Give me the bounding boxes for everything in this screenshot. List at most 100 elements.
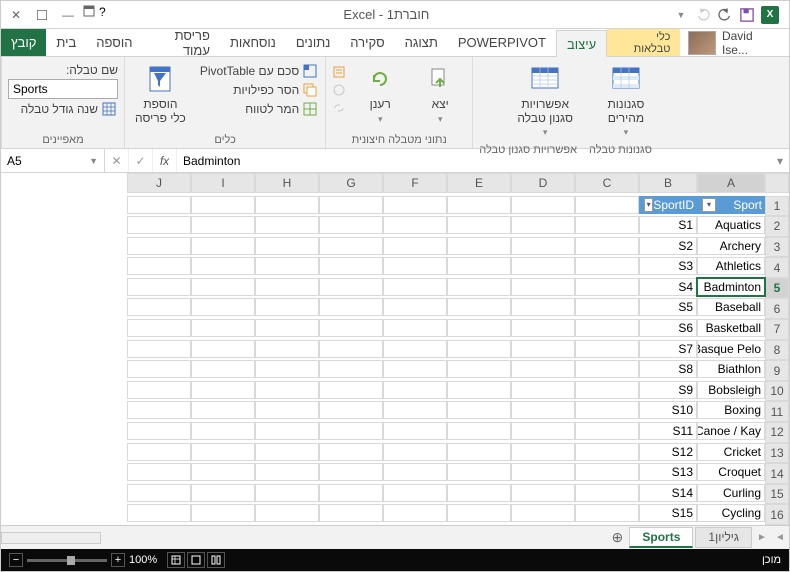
cell-G11[interactable] [319,401,383,419]
cell-E12[interactable] [447,422,511,440]
cell-D1[interactable] [511,196,575,214]
cell-J5[interactable] [127,278,191,296]
cell-F2[interactable] [383,216,447,234]
cell-B5[interactable]: S4 [639,278,697,296]
sheet-tab-גיליון1[interactable]: גיליון1 [695,527,752,548]
cell-I7[interactable] [191,319,255,337]
cell-B2[interactable]: S1 [639,216,697,234]
cell-C4[interactable] [575,257,639,275]
cell-D2[interactable] [511,216,575,234]
cell-D16[interactable] [511,504,575,522]
cell-J2[interactable] [127,216,191,234]
cell-F4[interactable] [383,257,447,275]
row-header-4[interactable]: 4 [765,257,789,278]
ribbon-options-icon[interactable] [83,5,95,25]
cell-A14[interactable]: Croquet [697,463,765,481]
cell-H6[interactable] [255,298,319,316]
unlink-icon[interactable] [332,101,346,115]
cell-E6[interactable] [447,298,511,316]
cell-I3[interactable] [191,237,255,255]
cell-H3[interactable] [255,237,319,255]
cell-B3[interactable]: S2 [639,237,697,255]
cell-C3[interactable] [575,237,639,255]
fx-icon[interactable]: fx [153,149,177,172]
cell-F5[interactable] [383,278,447,296]
cell-D11[interactable] [511,401,575,419]
filter-icon[interactable]: ▾ [644,198,653,212]
cell-B14[interactable]: S13 [639,463,697,481]
cell-J7[interactable] [127,319,191,337]
cell-I14[interactable] [191,463,255,481]
cell-H15[interactable] [255,484,319,502]
cell-J13[interactable] [127,443,191,461]
cell-A3[interactable]: Archery [697,237,765,255]
cell-F12[interactable] [383,422,447,440]
remove-duplicates-button[interactable]: הסר כפילויות [198,82,319,98]
cell-C11[interactable] [575,401,639,419]
cell-B11[interactable]: S10 [639,401,697,419]
cell-B4[interactable]: S3 [639,257,697,275]
qat-customize-icon[interactable]: ▼ [673,7,689,23]
row-header-8[interactable]: 8 [765,340,789,361]
cell-J3[interactable] [127,237,191,255]
cell-F14[interactable] [383,463,447,481]
cell-I11[interactable] [191,401,255,419]
select-all-corner[interactable] [765,173,789,193]
insert-slicer-button[interactable]: הוספת כלי פריסה [131,59,190,129]
table-style-options-button[interactable]: אפשרויות סגנון טבלה▾ [513,59,577,142]
cell-E9[interactable] [447,360,511,378]
cell-J9[interactable] [127,360,191,378]
cell-G16[interactable] [319,504,383,522]
tab-בית[interactable]: בית [46,29,86,56]
row-header-6[interactable]: 6 [765,298,789,319]
cell-E2[interactable] [447,216,511,234]
cell-C10[interactable] [575,381,639,399]
col-header-I[interactable]: I [191,173,255,193]
cell-F8[interactable] [383,340,447,358]
cell-I16[interactable] [191,504,255,522]
col-header-B[interactable]: B [639,173,697,193]
cell-J10[interactable] [127,381,191,399]
cell-E1[interactable] [447,196,511,214]
col-header-F[interactable]: F [383,173,447,193]
cell-H16[interactable] [255,504,319,522]
col-header-C[interactable]: C [575,173,639,193]
cell-I15[interactable] [191,484,255,502]
properties-icon[interactable] [332,65,346,79]
cell-I8[interactable] [191,340,255,358]
cell-B8[interactable]: S7 [639,340,697,358]
cell-H1[interactable] [255,196,319,214]
cell-H11[interactable] [255,401,319,419]
cell-C9[interactable] [575,360,639,378]
tab-תצוגה[interactable]: תצוגה [395,29,448,56]
cell-J14[interactable] [127,463,191,481]
cell-I2[interactable] [191,216,255,234]
name-box[interactable]: A5 ▼ [1,149,105,172]
cell-I12[interactable] [191,422,255,440]
row-header-1[interactable]: 1 [765,196,789,217]
cell-A15[interactable]: Curling [697,484,765,502]
undo-icon[interactable] [717,7,733,23]
sheet-tab-Sports[interactable]: Sports [629,527,693,548]
view-pagebreak-icon[interactable] [207,552,225,568]
cell-F3[interactable] [383,237,447,255]
row-header-16[interactable]: 16 [765,504,789,525]
col-header-J[interactable]: J [127,173,191,193]
cell-G5[interactable] [319,278,383,296]
zoom-control[interactable]: − + 100% [9,553,157,567]
row-header-15[interactable]: 15 [765,484,789,505]
cell-H4[interactable] [255,257,319,275]
tab-file[interactable]: קובץ [1,29,46,56]
cell-I9[interactable] [191,360,255,378]
cell-E15[interactable] [447,484,511,502]
cell-I4[interactable] [191,257,255,275]
formula-input[interactable]: Badminton [177,149,771,172]
row-header-9[interactable]: 9 [765,360,789,381]
cell-F6[interactable] [383,298,447,316]
cell-A4[interactable]: Athletics [697,257,765,275]
expand-formula-icon[interactable]: ▾ [771,149,789,172]
cell-G10[interactable] [319,381,383,399]
cell-E7[interactable] [447,319,511,337]
cell-B10[interactable]: S9 [639,381,697,399]
row-header-10[interactable]: 10 [765,381,789,402]
